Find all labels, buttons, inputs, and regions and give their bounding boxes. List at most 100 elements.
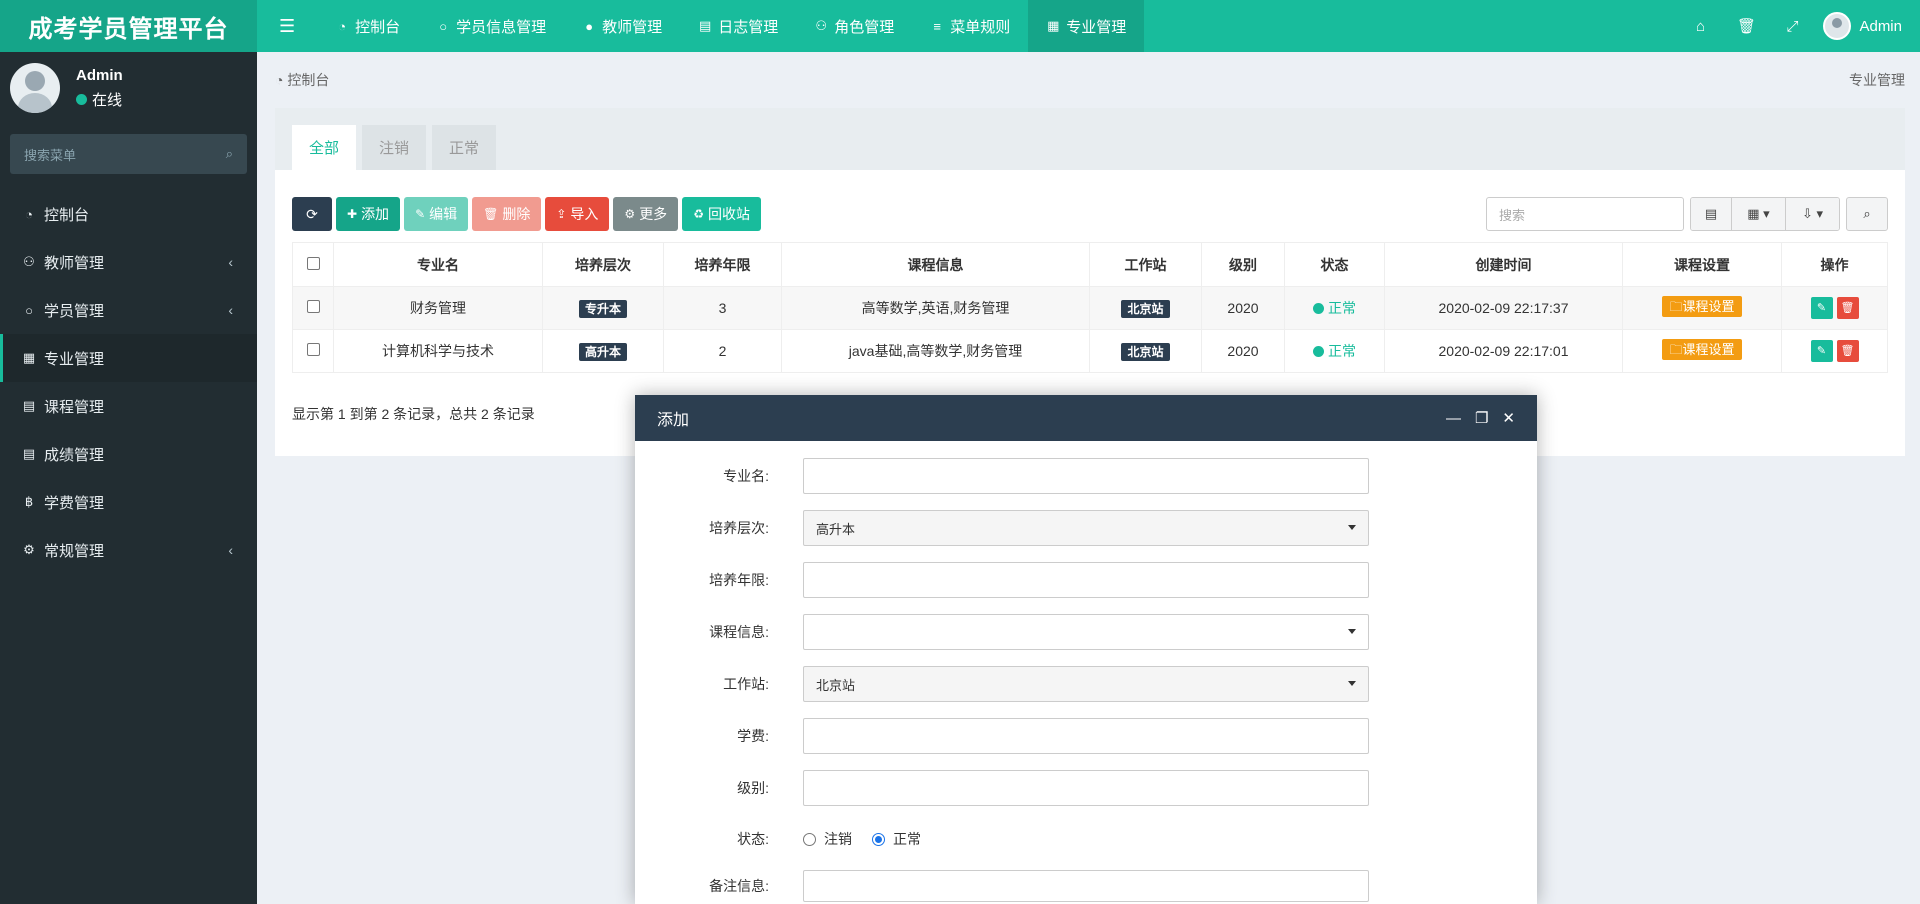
course-setting-button[interactable]: 🗀课程设置 (1662, 339, 1742, 360)
sidebar-item-dashboard[interactable]: ◔ 控制台 (0, 190, 257, 238)
import-button[interactable]: ⇪ 导入 (545, 197, 610, 231)
form-row: 备注信息: (635, 868, 1537, 904)
field-label: 级别: (737, 780, 769, 796)
status-radio-cancelled[interactable]: 注销 (803, 829, 852, 849)
tab-all[interactable]: 全部 (292, 125, 356, 170)
list-icon: ▤ (699, 18, 712, 33)
status-badge[interactable]: 正常 (1313, 341, 1356, 361)
sidebar-search-input[interactable]: 搜索菜单 ⌕ (10, 134, 247, 174)
station-select[interactable]: 北京站 (803, 666, 1369, 702)
more-button[interactable]: ⚙ 更多 (613, 197, 679, 231)
col-header[interactable]: 级别 (1201, 242, 1285, 287)
major-name-input[interactable] (803, 458, 1369, 494)
sidebar-item-fee[interactable]: ฿学费管理 (0, 478, 257, 526)
col-header[interactable]: 状态 (1284, 242, 1385, 287)
row-checkbox[interactable] (306, 343, 320, 356)
status-radio-group: 注销 正常 (803, 829, 941, 849)
form-row: 培养层次: 高升本 (635, 510, 1537, 546)
status-badge[interactable]: 正常 (1313, 298, 1356, 318)
radio-button[interactable] (803, 832, 816, 846)
sidebar-item-major[interactable]: ▦ 专业管理 (0, 334, 257, 382)
col-header[interactable]: 创建时间 (1384, 242, 1623, 287)
row-delete-button[interactable]: 🗑 (1836, 340, 1859, 362)
col-header[interactable]: 课程信息 (781, 242, 1090, 287)
sidebar-item-teacher[interactable]: ⚇ 教师管理 ‹ (0, 238, 257, 286)
dashboard-icon: ◔ (275, 72, 288, 88)
close-icon[interactable]: ✕ (1502, 409, 1515, 427)
chevron-left-icon: ‹ (228, 254, 233, 270)
sidebar-toggle-button[interactable]: ☰ (257, 0, 317, 52)
advanced-search-button[interactable]: ⌕ (1846, 197, 1888, 231)
years-input[interactable] (803, 562, 1369, 598)
circle-icon: ○ (25, 302, 33, 318)
top-user-menu[interactable]: Admin (1815, 12, 1920, 40)
trash-icon[interactable]: 🗑 (1723, 0, 1769, 52)
col-header[interactable]: 课程设置 (1622, 242, 1782, 287)
sidebar-item-general[interactable]: ⚙ 常规管理 ‹ (0, 526, 257, 574)
refresh-button[interactable]: ⟳ (292, 197, 332, 231)
cell-years: 2 (663, 329, 782, 373)
col-header[interactable]: 培养层次 (542, 242, 664, 287)
topnav-item-teacher[interactable]: ● 教师管理 (564, 0, 680, 52)
table-icon: ▦ (1047, 18, 1060, 33)
table-row[interactable]: 计算机科学与技术 高升本 2 java基础,高等数学,财务管理 北京站 2020… (292, 329, 1888, 373)
sidebar-item-course[interactable]: ▤ 课程管理 (0, 382, 257, 430)
topnav-item-student-info[interactable]: ○ 学员信息管理 (418, 0, 564, 52)
top-nav: ☰ ◔ 控制台 ○ 学员信息管理 ● 教师管理 ▤ 日志管理 ⚇ 角色管理 ≡ 菜单规则 ▦… (257, 0, 1145, 52)
row-edit-button[interactable]: ✎ (1810, 297, 1833, 319)
dialog-header[interactable]: 添加 — ❐ ✕ (635, 395, 1537, 441)
form-row: 状态: 注销 正常 (635, 821, 1537, 857)
col-header[interactable]: 培养年限 (663, 242, 782, 287)
fullscreen-icon[interactable]: ⤢ (1769, 0, 1815, 52)
home-icon[interactable]: ⌂ (1677, 0, 1723, 52)
topnav-item-role[interactable]: ⚇ 角色管理 (796, 0, 912, 52)
card-view-button[interactable]: ▤ (1691, 198, 1731, 230)
sidebar-item-student[interactable]: ○ 学员管理 ‹ (0, 286, 257, 334)
row-checkbox[interactable] (306, 300, 320, 313)
breadcrumb[interactable]: ◔ 控制台 (275, 70, 329, 90)
list-icon: ▤ (22, 446, 36, 461)
col-header[interactable]: 工作站 (1089, 242, 1202, 287)
course-setting-button[interactable]: 🗀课程设置 (1662, 296, 1742, 317)
topnav-item-major[interactable]: ▦ 专业管理 (1028, 0, 1145, 52)
remark-input[interactable] (803, 870, 1369, 902)
minimize-icon[interactable]: — (1446, 410, 1461, 427)
top-header: 成考学员管理平台 ☰ ◔ 控制台 ○ 学员信息管理 ● 教师管理 ▤ 日志管理 ⚇ 角色管… (0, 0, 1920, 52)
recycle-icon: ♻ (693, 207, 704, 221)
maximize-icon[interactable]: ❐ (1475, 409, 1488, 427)
station-badge: 北京站 (1121, 342, 1170, 361)
edit-button[interactable]: ✎ 编辑 (404, 197, 469, 231)
row-delete-button[interactable]: 🗑 (1836, 297, 1859, 319)
topnav-item-log[interactable]: ▤ 日志管理 (680, 0, 796, 52)
col-header[interactable]: 专业名 (333, 242, 543, 287)
app-title[interactable]: 成考学员管理平台 (0, 0, 257, 52)
fee-input[interactable] (803, 718, 1369, 754)
table-row[interactable]: 财务管理 专升本 3 高等数学,英语,财务管理 北京站 2020 正常 2020… (292, 286, 1888, 330)
status-radio-normal[interactable]: 正常 (872, 829, 921, 849)
table-search-input[interactable]: 搜索 (1486, 197, 1684, 231)
cell-courses: 高等数学,英语,财务管理 (781, 286, 1090, 330)
export-button[interactable]: ⇩ ▾ (1785, 198, 1839, 230)
grid-icon: ▦ ▾ (1747, 206, 1770, 221)
radio-button[interactable] (872, 832, 885, 846)
caret-down-icon (1348, 629, 1356, 634)
select-all-checkbox[interactable] (306, 256, 320, 270)
page-title: 专业管理 (1849, 72, 1905, 88)
recycle-bin-button[interactable]: ♻ 回收站 (682, 197, 761, 231)
topnav-item-menu-rule[interactable]: ≡ 菜单规则 (912, 0, 1028, 52)
grade-input[interactable] (803, 770, 1369, 806)
table-header-row: 专业名 培养层次 培养年限 课程信息 工作站 级别 状态 创建时间 课程设置 操… (292, 242, 1888, 287)
add-button[interactable]: ✚ 添加 (336, 197, 401, 231)
field-label: 课程信息: (709, 624, 769, 640)
refresh-icon: ⟳ (306, 205, 318, 222)
level-select[interactable]: 高升本 (803, 510, 1369, 546)
row-edit-button[interactable]: ✎ (1810, 340, 1833, 362)
delete-button[interactable]: 🗑 删除 (472, 197, 542, 231)
columns-button[interactable]: ▦ ▾ (1731, 198, 1785, 230)
tab-cancelled[interactable]: 注销 (362, 125, 426, 170)
courses-select[interactable] (803, 614, 1369, 650)
tab-normal[interactable]: 正常 (432, 125, 496, 170)
sidebar-item-score[interactable]: ▤ 成绩管理 (0, 430, 257, 478)
folder-icon: 🗀 (1669, 342, 1683, 357)
topnav-item-dashboard[interactable]: ◔ 控制台 (317, 0, 418, 52)
